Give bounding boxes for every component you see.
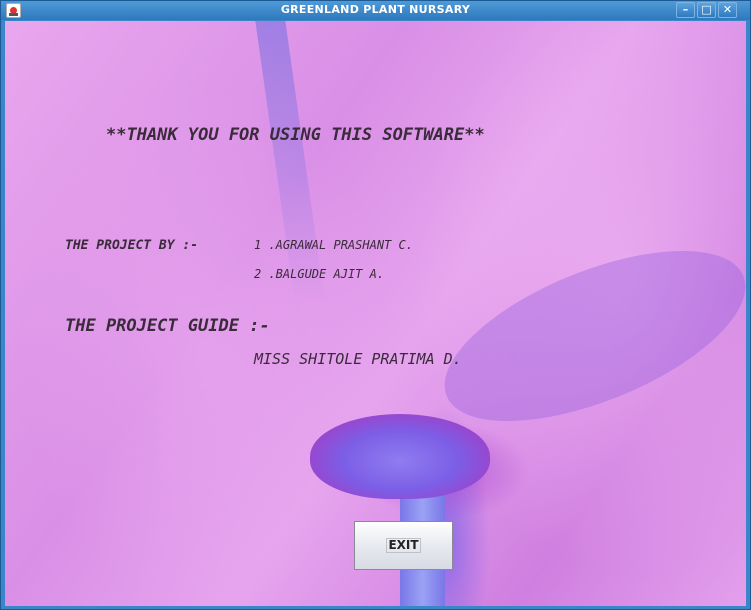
exit-button[interactable]: EXIT xyxy=(354,521,453,570)
maximize-icon: □ xyxy=(701,3,712,16)
close-button[interactable]: ✕ xyxy=(718,2,737,18)
app-window: GREENLAND PLANT NURSARY – □ ✕ **THANK YO… xyxy=(0,0,751,610)
window-title: GREENLAND PLANT NURSARY xyxy=(280,3,471,16)
exit-button-label: EXIT xyxy=(386,538,421,553)
petal-shape xyxy=(422,215,746,457)
flower-background-panel: **THANK YOU FOR USING THIS SOFTWARE** TH… xyxy=(5,21,746,606)
petal-shape xyxy=(255,21,325,301)
flower-cup xyxy=(310,414,490,499)
team-member-2: 2 .BALGUDE AJIT A. xyxy=(254,267,385,281)
project-guide-label: THE PROJECT GUIDE :- xyxy=(65,316,270,336)
minimize-button[interactable]: – xyxy=(676,2,695,18)
maximize-button[interactable]: □ xyxy=(697,2,716,18)
close-icon: ✕ xyxy=(722,3,733,16)
thank-you-heading: **THANK YOU FOR USING THIS SOFTWARE** xyxy=(106,125,485,145)
project-guide-name: MISS SHITOLE PRATIMA D. xyxy=(254,350,462,368)
project-by-label: THE PROJECT BY :- xyxy=(65,238,199,253)
title-bar[interactable]: GREENLAND PLANT NURSARY – □ ✕ xyxy=(1,1,750,20)
minimize-icon: – xyxy=(682,3,689,16)
team-member-1: 1 .AGRAWAL PRASHANT C. xyxy=(254,238,413,252)
